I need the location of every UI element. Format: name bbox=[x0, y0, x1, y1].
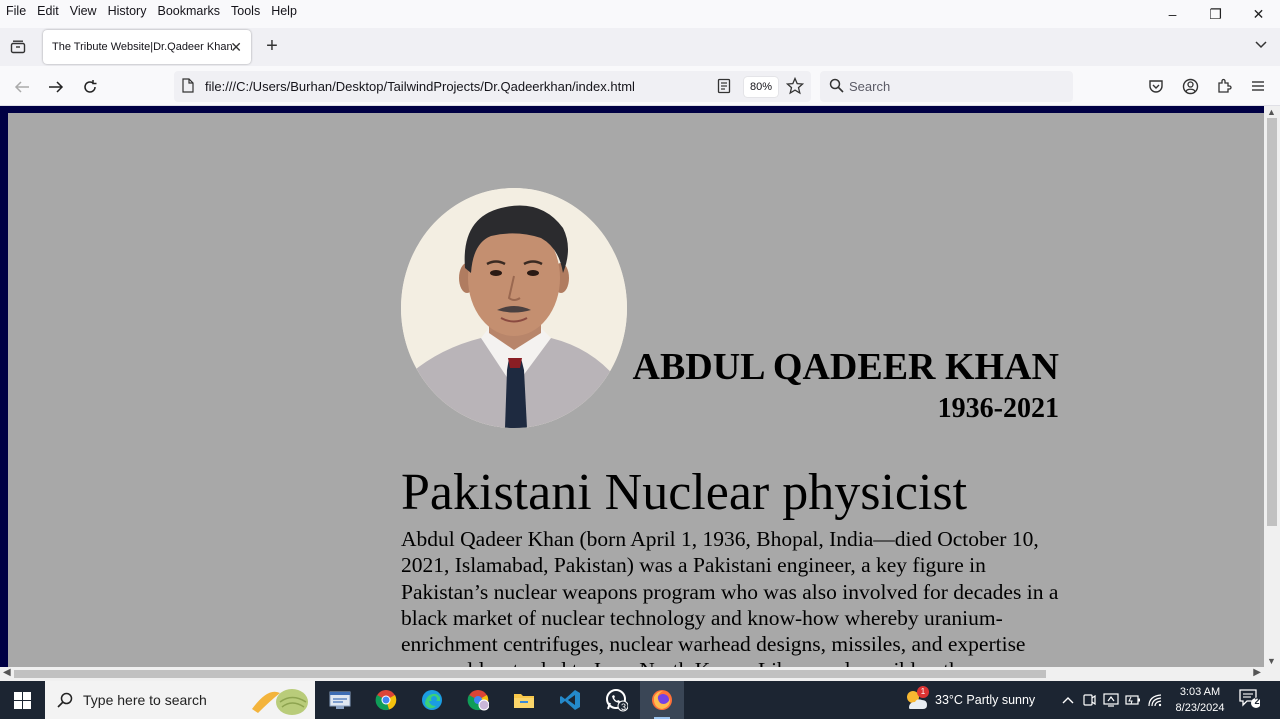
vertical-scrollbar[interactable]: ▲ ▼ bbox=[1264, 106, 1280, 667]
task-manager-icon[interactable] bbox=[324, 684, 356, 716]
edge-icon[interactable] bbox=[416, 684, 448, 716]
menu-edit[interactable]: Edit bbox=[31, 4, 64, 18]
windows-taskbar: Type here to search 3 1 33°C Partly sunn… bbox=[0, 681, 1280, 719]
new-tab-button[interactable]: + bbox=[262, 35, 282, 58]
life-years: 1936-2021 bbox=[937, 393, 1059, 424]
scroll-left-arrow-icon[interactable]: ◀ bbox=[3, 667, 11, 678]
chrome-icon[interactable] bbox=[370, 684, 402, 716]
menu-bookmarks[interactable]: Bookmarks bbox=[151, 4, 225, 18]
tab-strip: The Tribute Website|Dr.Qadeer Khan ✕ + bbox=[0, 28, 1280, 66]
whatsapp-icon[interactable]: 3 bbox=[600, 684, 632, 716]
url-text[interactable]: file:///C:/Users/Burhan/Desktop/Tailwind… bbox=[205, 79, 635, 94]
url-bar[interactable]: file:///C:/Users/Burhan/Desktop/Tailwind… bbox=[174, 71, 811, 102]
menu-bar: File Edit View History Bookmarks Tools H… bbox=[0, 0, 1280, 22]
melon-highlight-icon bbox=[250, 683, 312, 719]
person-name: ABDUL QADEER KHAN bbox=[632, 346, 1060, 388]
reader-view-icon[interactable] bbox=[717, 78, 731, 99]
window-controls: – ❐ ✕ bbox=[1151, 0, 1280, 28]
system-clock[interactable]: 3:03 AM 8/23/2024 bbox=[1170, 684, 1230, 716]
list-all-tabs-icon[interactable] bbox=[1254, 37, 1268, 53]
notification-count: 2 bbox=[1254, 696, 1260, 706]
display-icon[interactable] bbox=[1100, 693, 1122, 707]
back-icon[interactable] bbox=[11, 76, 33, 98]
vertical-scroll-thumb[interactable] bbox=[1267, 118, 1277, 526]
file-explorer-icon[interactable] bbox=[508, 684, 540, 716]
web-content: ABDUL QADEER KHAN 1936-2021 Pakistani Nu… bbox=[0, 106, 1280, 681]
horizontal-scroll-thumb[interactable] bbox=[14, 670, 1046, 678]
clock-date: 8/23/2024 bbox=[1175, 702, 1225, 714]
minimize-button[interactable]: – bbox=[1151, 0, 1194, 28]
horizontal-scrollbar[interactable]: ◀ ▶ bbox=[0, 667, 1264, 681]
clock-time: 3:03 AM bbox=[1179, 686, 1221, 698]
scroll-right-arrow-icon[interactable]: ▶ bbox=[1253, 667, 1261, 678]
close-window-button[interactable]: ✕ bbox=[1237, 0, 1280, 28]
search-icon bbox=[829, 78, 844, 98]
search-icon bbox=[57, 692, 73, 713]
vscode-icon[interactable] bbox=[554, 684, 586, 716]
search-bar[interactable]: Search bbox=[820, 71, 1073, 102]
tab-title: The Tribute Website|Dr.Qadeer Khan bbox=[52, 41, 233, 53]
restore-button[interactable]: ❐ bbox=[1194, 0, 1237, 28]
notification-center-icon[interactable]: 2 bbox=[1238, 688, 1266, 712]
app-menu-icon[interactable] bbox=[1248, 76, 1268, 96]
menu-view[interactable]: View bbox=[64, 4, 102, 18]
portrait-image bbox=[401, 188, 627, 428]
biography-text: Abdul Qadeer Khan (born April 1, 1936, B… bbox=[401, 527, 1059, 673]
start-button[interactable] bbox=[0, 681, 45, 719]
bookmark-star-icon[interactable] bbox=[785, 76, 805, 100]
show-hidden-icons-chevron-icon[interactable] bbox=[1058, 696, 1078, 704]
forward-icon[interactable] bbox=[45, 76, 67, 98]
weather-text: 33°C Partly sunny bbox=[935, 693, 1036, 707]
tribute-page: ABDUL QADEER KHAN 1936-2021 Pakistani Nu… bbox=[8, 113, 1264, 673]
extensions-icon[interactable] bbox=[1214, 76, 1234, 96]
search-placeholder: Search bbox=[849, 79, 891, 94]
firefox-icon[interactable] bbox=[640, 681, 684, 719]
scroll-down-arrow-icon[interactable]: ▼ bbox=[1267, 656, 1276, 666]
system-tray bbox=[1058, 681, 1166, 719]
menu-help[interactable]: Help bbox=[265, 4, 302, 18]
account-icon[interactable] bbox=[1180, 76, 1200, 96]
browser-window: File Edit View History Bookmarks Tools H… bbox=[0, 0, 1280, 719]
zoom-level-button[interactable]: 80% bbox=[744, 77, 779, 97]
windows-logo-icon bbox=[14, 691, 31, 709]
wifi-icon[interactable] bbox=[1144, 693, 1166, 707]
menu-history[interactable]: History bbox=[102, 4, 152, 18]
reload-icon[interactable] bbox=[79, 76, 101, 98]
page-icon bbox=[182, 78, 194, 98]
firefox-view-icon[interactable] bbox=[8, 37, 28, 57]
weather-widget[interactable]: 1 33°C Partly sunny bbox=[903, 681, 1035, 719]
taskbar-search[interactable]: Type here to search bbox=[45, 681, 315, 719]
pocket-icon[interactable] bbox=[1146, 76, 1166, 96]
scrollbar-corner bbox=[1264, 667, 1280, 681]
menu-tools[interactable]: Tools bbox=[225, 4, 265, 18]
partly-sunny-icon: 1 bbox=[903, 686, 929, 712]
nav-toolbar: file:///C:/Users/Burhan/Desktop/Tailwind… bbox=[0, 66, 1280, 106]
meet-now-icon[interactable] bbox=[1078, 693, 1100, 707]
menu-file[interactable]: File bbox=[0, 4, 31, 18]
page-subtitle: Pakistani Nuclear physicist bbox=[401, 464, 968, 521]
scroll-up-arrow-icon[interactable]: ▲ bbox=[1267, 107, 1276, 117]
whatsapp-badge: 3 bbox=[621, 702, 627, 712]
tab-close-icon[interactable]: ✕ bbox=[230, 39, 242, 56]
chrome-profile-icon[interactable] bbox=[462, 684, 494, 716]
taskbar-search-placeholder: Type here to search bbox=[83, 692, 207, 708]
weather-alert-badge: 1 bbox=[917, 686, 929, 698]
battery-icon[interactable] bbox=[1122, 694, 1144, 706]
tab-tribute-website[interactable]: The Tribute Website|Dr.Qadeer Khan ✕ bbox=[43, 30, 251, 64]
